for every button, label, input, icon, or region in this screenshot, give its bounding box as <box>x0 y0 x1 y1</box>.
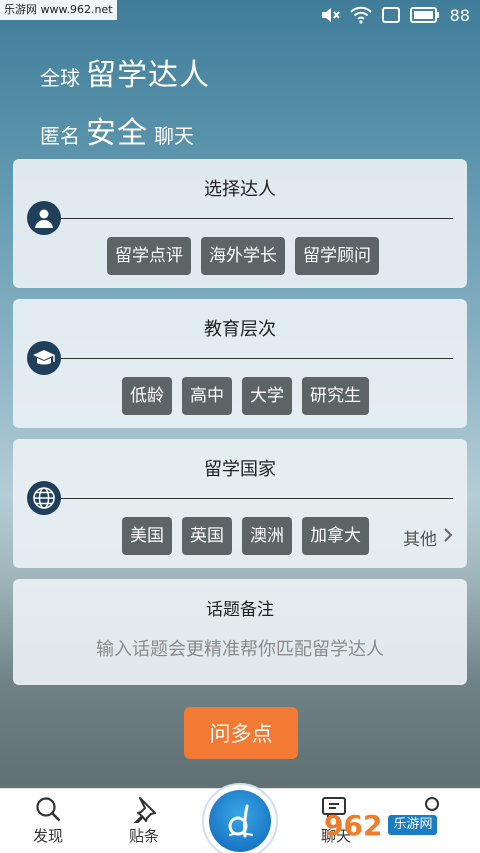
nav-label: 发现 <box>32 827 63 845</box>
watermark-number: 962 <box>324 808 383 842</box>
wifi-icon <box>349 6 372 24</box>
watermark-text: 乐游网 www.962.net <box>0 0 117 20</box>
mute-icon <box>320 6 340 24</box>
country-option-chip[interactable]: 加拿大 <box>302 517 369 555</box>
expert-card: 选择达人 留学点评 海外学长 留学顾问 <box>13 159 467 288</box>
center-action-button[interactable] <box>202 783 278 853</box>
expert-option-chip[interactable]: 留学点评 <box>107 237 191 275</box>
globe-icon <box>27 481 61 515</box>
hero-big-text: 留学达人 <box>86 58 210 93</box>
nav-item-discover[interactable]: 发现 <box>18 795 78 846</box>
divider <box>59 498 453 499</box>
card-title: 留学国家 <box>204 459 276 480</box>
hero-big-text: 安全 <box>86 116 148 151</box>
hero-small-text: 全球 <box>40 66 80 90</box>
chevron-right-icon <box>443 527 453 548</box>
divider <box>59 358 453 359</box>
education-option-chip[interactable]: 研究生 <box>302 377 369 415</box>
topic-note-input[interactable]: 输入话题会更精准帮你匹配留学达人 <box>13 635 467 661</box>
country-option-chip[interactable]: 美国 <box>122 517 172 555</box>
hero-small-text: 聊天 <box>154 124 194 148</box>
divider <box>59 218 453 219</box>
education-option-chip[interactable]: 低龄 <box>122 377 172 415</box>
app-logo-icon <box>209 790 271 852</box>
country-card: 留学国家 美国 英国 澳洲 加拿大 其他 <box>13 439 467 568</box>
other-label: 其他 <box>403 530 437 550</box>
expert-option-chip[interactable]: 海外学长 <box>201 237 285 275</box>
country-option-chip[interactable]: 澳洲 <box>242 517 292 555</box>
user-icon <box>27 201 61 235</box>
watermark-logo: 962 乐游网 <box>324 803 474 847</box>
hero-banner: 全球 留学达人 匿名 安全 聊天 <box>40 50 210 152</box>
nav-label: 贴条 <box>128 827 159 845</box>
card-title: 话题备注 <box>206 600 274 620</box>
education-option-chip[interactable]: 大学 <box>242 377 292 415</box>
graduation-cap-icon <box>27 341 61 375</box>
education-option-chip[interactable]: 高中 <box>182 377 232 415</box>
card-title: 教育层次 <box>204 319 276 340</box>
watermark-label: 乐游网 <box>388 815 438 835</box>
education-card: 教育层次 低龄 高中 大学 研究生 <box>13 299 467 428</box>
ask-button[interactable]: 问多点 <box>184 707 298 759</box>
other-countries-link[interactable]: 其他 <box>403 525 453 550</box>
status-bar: 88 <box>320 4 470 26</box>
country-option-chip[interactable]: 英国 <box>182 517 232 555</box>
nav-item-posts[interactable]: 贴条 <box>114 795 174 846</box>
search-icon <box>18 795 78 823</box>
expert-option-chip[interactable]: 留学顾问 <box>295 237 379 275</box>
pin-icon <box>114 795 174 823</box>
topic-note-card: 话题备注 输入话题会更精准帮你匹配留学达人 <box>13 579 467 685</box>
screen-icon <box>381 7 400 23</box>
battery-icon <box>409 7 440 23</box>
hero-small-text: 匿名 <box>40 124 80 148</box>
battery-percentage: 88 <box>449 5 470 25</box>
card-title: 选择达人 <box>204 179 276 200</box>
